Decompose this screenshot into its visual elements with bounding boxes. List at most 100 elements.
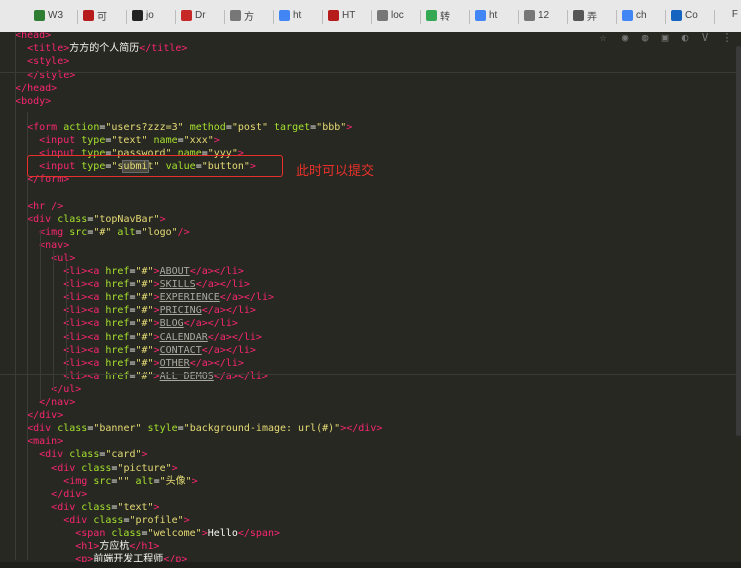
tab-separator: [616, 10, 617, 24]
submit-annotation: 此时可以提交: [296, 164, 375, 179]
mail-icon: [328, 10, 339, 21]
code-line: <input type="text" name="xxx">: [3, 134, 220, 147]
star-icon[interactable]: ☆: [597, 32, 609, 44]
code-line: </div>: [3, 409, 63, 422]
tab-label: HT: [342, 10, 356, 21]
browser-tab[interactable]: 转: [422, 4, 470, 30]
indent-guide: [15, 30, 16, 560]
tab-overflow-label[interactable]: F: [732, 9, 738, 20]
code-token: "#": [135, 305, 154, 317]
code-token: <li><a: [63, 344, 100, 356]
code-link-text: ALL DEMOS: [159, 370, 214, 382]
code-token: </a></li>: [201, 344, 256, 356]
tab-separator: [665, 10, 666, 24]
browser-tab[interactable]: W3: [30, 4, 78, 30]
code-token: </div>: [27, 410, 64, 422]
code-line: <li><a href="#">EXPERIENCE</a></li>: [3, 291, 274, 304]
browser-tab[interactable]: jo: [128, 4, 176, 30]
tab-label: ht: [293, 10, 302, 21]
code-token: >: [213, 135, 220, 146]
code-line: <div class="banner" style="background-im…: [3, 422, 382, 435]
status-bar: [0, 562, 741, 568]
tab-separator: [322, 10, 323, 24]
code-token: "": [117, 475, 130, 487]
code-token: class: [51, 213, 88, 225]
vimeo-icon[interactable]: V: [699, 32, 711, 44]
code-token: href: [99, 357, 130, 369]
code-token: </a></li>: [201, 305, 256, 317]
code-line: <span class="welcome">Hello</span>: [3, 527, 280, 540]
code-token: <li><a: [63, 357, 100, 369]
browser-tab[interactable]: HT: [324, 4, 372, 30]
code-token: <div: [27, 423, 52, 435]
pocket-icon[interactable]: ▣: [659, 32, 671, 44]
tab-label: loc: [391, 10, 404, 21]
browser-tab[interactable]: ht: [275, 4, 323, 30]
code-token: <div: [51, 501, 76, 513]
code-token: </span>: [237, 528, 280, 539]
code-line: <div class="card">: [3, 448, 148, 461]
tab-label: 弄: [587, 12, 597, 23]
code-token: src: [87, 475, 112, 487]
code-token: <li><a: [63, 305, 100, 317]
browser-tab[interactable]: 弄: [569, 4, 617, 30]
code-token: href: [99, 370, 130, 382]
code-line: <hr />: [3, 200, 63, 213]
code-token: method: [183, 121, 226, 133]
browser-tab[interactable]: 12: [520, 4, 568, 30]
browser-tab[interactable]: 可: [79, 4, 127, 30]
tab-label: ht: [489, 10, 498, 21]
code-token: </head>: [15, 82, 58, 94]
doc-icon: [377, 10, 388, 21]
code-editor[interactable]: <!DOCTYPE html><html> <head> <title>方方的个…: [0, 0, 741, 568]
code-token: class: [105, 528, 142, 539]
tab-separator: [77, 10, 78, 24]
code-token: />: [177, 226, 190, 238]
code-token: <div: [27, 213, 52, 225]
code-token: class: [75, 501, 112, 513]
browser-tab[interactable]: ht: [471, 4, 519, 30]
code-token: <span: [75, 528, 106, 539]
code-token: <img: [63, 475, 88, 487]
code-line: <title>方方的个人简历</title>: [3, 42, 187, 55]
code-line: <div class="picture">: [3, 462, 178, 475]
code-token: <li><a: [63, 292, 100, 304]
scrollbar[interactable]: [736, 46, 741, 436]
code-token: "text": [117, 501, 154, 513]
code-token: class: [51, 423, 88, 435]
code-token: "#": [135, 357, 154, 369]
menu-icon[interactable]: ⋮: [721, 32, 733, 44]
tab-separator: [273, 10, 274, 24]
browser-tab[interactable]: ch: [618, 4, 666, 30]
code-token: "xxx": [183, 135, 214, 146]
code-token: >: [171, 462, 178, 474]
browser-tab[interactable]: Dr: [177, 4, 225, 30]
code-token: "头像": [159, 475, 192, 487]
code-token: <h1>: [75, 541, 100, 553]
code-token: <main>: [27, 436, 64, 448]
code-token: Hello: [207, 528, 238, 539]
browser-tab[interactable]: loc: [373, 4, 421, 30]
code-token: "post": [231, 121, 268, 133]
extension-icon[interactable]: ◉: [619, 32, 631, 44]
code-token: alt: [129, 475, 154, 487]
browser-tab[interactable]: 方: [226, 4, 274, 30]
code-token: </a></li>: [189, 357, 244, 369]
code-token: "logo": [141, 226, 178, 238]
code-token: <li><a: [63, 279, 100, 291]
code-link-text: ABOUT: [159, 266, 190, 277]
code-token: >: [141, 449, 148, 461]
extension-icon[interactable]: ◐: [679, 32, 691, 44]
code-token: "#": [135, 279, 154, 291]
divider: [0, 72, 741, 73]
extension-icon[interactable]: ◍: [639, 32, 651, 44]
browser-tab[interactable]: Co: [667, 4, 715, 30]
code-link-text: PRICING: [159, 305, 202, 317]
